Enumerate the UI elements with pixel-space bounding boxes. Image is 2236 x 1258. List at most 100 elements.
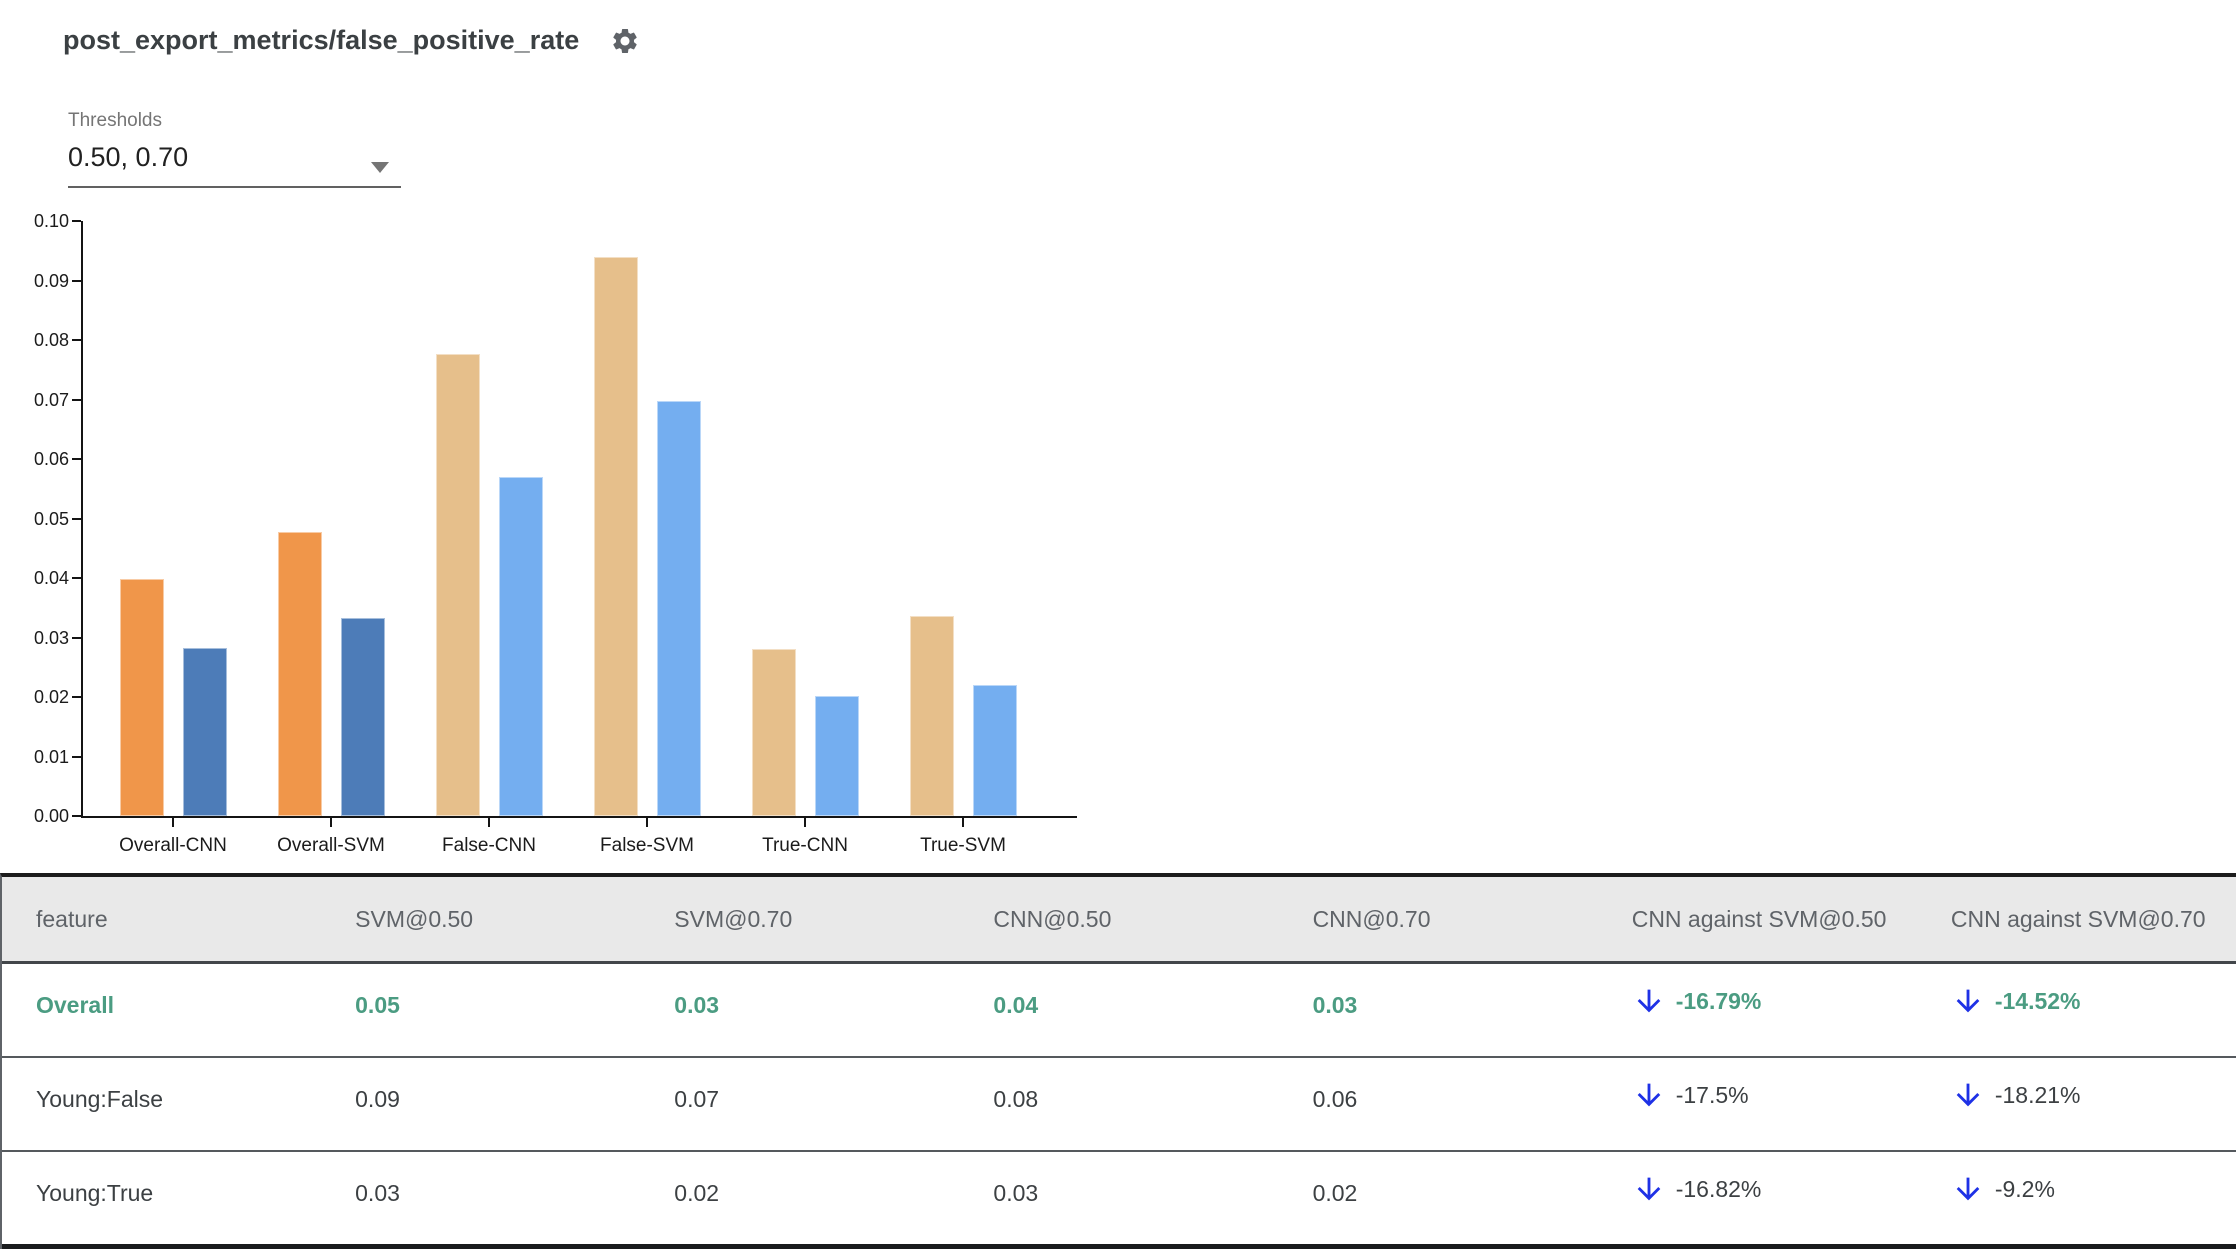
y-axis-tick xyxy=(72,279,81,282)
feature-cell: Young:True xyxy=(36,1180,154,1206)
y-axis-tick xyxy=(72,577,81,579)
metric-value-cell: 0.07 xyxy=(674,1086,720,1112)
y-axis-tick xyxy=(72,398,81,401)
delta-cell: -14.52% xyxy=(1917,964,2236,1056)
delta-cell: -17.5% xyxy=(1598,1058,1917,1150)
metric-value-cell: 0.03 xyxy=(674,992,720,1018)
dropdown-underline xyxy=(68,186,401,188)
bar[interactable] xyxy=(183,647,227,816)
thresholds-dropdown[interactable]: Thresholds 0.50, 0.70 xyxy=(68,108,401,190)
bar[interactable] xyxy=(752,648,796,816)
false-positive-rate-bar-chart: 0.00 0.01 0.02 0.03 0.04 0.05 0.06 0.07 0.08 0.09… xyxy=(34,211,1077,856)
y-axis-tick xyxy=(72,339,81,341)
x-axis-tick xyxy=(962,818,964,827)
column-header: CNN against SVM@0.50 xyxy=(1631,905,1887,932)
x-axis-tick xyxy=(172,818,174,827)
thresholds-value: 0.50, 0.70 xyxy=(68,142,189,172)
metric-value-cell: 0.08 xyxy=(993,1086,1039,1112)
bar[interactable] xyxy=(973,684,1017,816)
metric-value-cell: 0.03 xyxy=(355,1180,400,1206)
column-header: CNN@0.50 xyxy=(993,905,1112,932)
delta-cell: -9.2% xyxy=(1917,1152,2236,1244)
bar[interactable] xyxy=(815,696,859,816)
x-axis xyxy=(81,816,1077,818)
y-axis-tick-label: 0.04 xyxy=(33,568,69,588)
y-axis-tick xyxy=(72,517,81,520)
bar[interactable] xyxy=(341,618,385,816)
down-arrow-icon xyxy=(1637,1083,1661,1107)
table-header-row: feature SVM@0.50 SVM@0.70 CNN@0.50 CNN@0.70 C… xyxy=(2,877,2236,964)
y-axis-tick-label: 0.00 xyxy=(33,806,69,826)
y-axis-tick-label: 0.09 xyxy=(33,270,69,291)
x-axis-tick xyxy=(488,818,490,827)
y-axis-tick-label: 0.08 xyxy=(33,330,69,350)
y-axis-tick xyxy=(72,458,81,460)
metrics-table: feature SVM@0.50 SVM@0.70 CNN@0.50 CNN@0.70 C… xyxy=(0,873,2236,1249)
y-axis-tick xyxy=(72,755,81,758)
feature-cell: Overall xyxy=(36,992,114,1018)
x-axis-label: False-SVM xyxy=(600,835,694,856)
x-axis-tick xyxy=(804,818,806,827)
y-axis-tick-label: 0.10 xyxy=(33,211,69,231)
column-header: feature xyxy=(36,905,108,932)
bar[interactable] xyxy=(278,531,322,816)
delta-value: -9.2% xyxy=(1994,1175,2055,1202)
y-axis xyxy=(81,221,83,818)
table-row: Young:False 0.09 0.07 0.08 0.06 -17.5% -18.21% xyxy=(2,1058,2236,1152)
bar[interactable] xyxy=(120,579,164,816)
x-axis-label: False-CNN xyxy=(442,835,536,856)
delta-cell: -18.21% xyxy=(1917,1058,2236,1150)
down-arrow-icon xyxy=(1637,989,1661,1013)
down-arrow-icon xyxy=(1956,989,1980,1013)
column-header: CNN against SVM@0.70 xyxy=(1950,905,2206,932)
down-arrow-icon xyxy=(1637,1177,1661,1201)
y-axis-tick-label: 0.02 xyxy=(33,687,69,707)
delta-cell: -16.82% xyxy=(1598,1152,1917,1244)
y-axis-tick-label: 0.05 xyxy=(33,508,69,529)
y-axis-tick xyxy=(72,636,81,639)
settings-gear-icon[interactable] xyxy=(610,26,640,56)
x-axis-tick xyxy=(330,818,332,827)
y-axis-tick-label: 0.06 xyxy=(33,449,69,469)
x-axis-label: True-CNN xyxy=(762,835,848,856)
x-axis-label: Overall-SVM xyxy=(277,835,385,856)
metric-value-cell: 0.02 xyxy=(1312,1180,1358,1206)
y-axis-tick xyxy=(72,220,81,222)
metric-value-cell: 0.04 xyxy=(993,992,1039,1018)
delta-value: -18.21% xyxy=(1994,1081,2081,1108)
delta-value: -16.79% xyxy=(1675,987,1762,1014)
metric-value-cell: 0.05 xyxy=(355,992,400,1018)
x-axis-label: True-SVM xyxy=(920,835,1006,856)
metric-value-cell: 0.09 xyxy=(355,1086,400,1112)
delta-value: -14.52% xyxy=(1994,987,2081,1014)
y-axis-tick-label: 0.07 xyxy=(33,389,69,410)
metric-value-cell: 0.03 xyxy=(993,1180,1039,1206)
bar[interactable] xyxy=(499,476,543,816)
page-title: post_export_metrics/false_positive_rate xyxy=(63,25,580,55)
x-axis-tick xyxy=(646,818,648,827)
delta-value: -16.82% xyxy=(1675,1175,1762,1202)
metric-value-cell: 0.03 xyxy=(1312,992,1358,1018)
bar[interactable] xyxy=(436,353,480,816)
thresholds-label: Thresholds xyxy=(68,110,162,131)
chevron-down-icon xyxy=(371,162,389,173)
feature-cell: Young:False xyxy=(36,1086,164,1112)
y-axis-tick-label: 0.03 xyxy=(33,627,69,648)
delta-cell: -16.79% xyxy=(1598,964,1917,1056)
table-row: Young:True 0.03 0.02 0.03 0.02 -16.82% -9.2% xyxy=(2,1152,2236,1249)
y-axis-tick xyxy=(72,815,81,817)
y-axis-tick xyxy=(72,696,81,698)
metric-value-cell: 0.06 xyxy=(1312,1086,1358,1112)
metric-value-cell: 0.02 xyxy=(674,1180,720,1206)
column-header: SVM@0.70 xyxy=(674,905,793,932)
bar[interactable] xyxy=(657,401,701,816)
down-arrow-icon xyxy=(1956,1083,1980,1107)
column-header: CNN@0.70 xyxy=(1312,905,1431,932)
table-row: Overall 0.05 0.03 0.04 0.03 -16.79% -14.52% xyxy=(2,964,2236,1058)
y-axis-tick-label: 0.01 xyxy=(33,746,69,767)
column-header: SVM@0.50 xyxy=(355,905,474,932)
down-arrow-icon xyxy=(1956,1177,1980,1201)
x-axis-label: Overall-CNN xyxy=(119,835,227,856)
bar[interactable] xyxy=(594,256,638,816)
bar[interactable] xyxy=(910,615,954,816)
